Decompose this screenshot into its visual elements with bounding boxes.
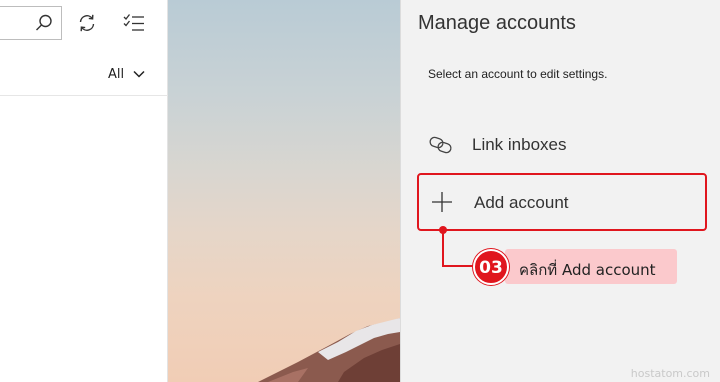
panel-subtitle: Select an account to edit settings. bbox=[428, 67, 608, 81]
filter-dropdown[interactable]: All bbox=[108, 64, 145, 84]
background-image bbox=[168, 0, 400, 382]
manage-accounts-panel: Manage accounts Select an account to edi… bbox=[400, 0, 720, 382]
select-mode-icon[interactable] bbox=[123, 13, 145, 33]
link-inboxes-button[interactable]: Link inboxes bbox=[418, 128, 708, 162]
divider bbox=[0, 95, 168, 96]
chevron-down-icon bbox=[133, 70, 145, 78]
mail-list-pane: All bbox=[0, 0, 168, 382]
sync-icon[interactable] bbox=[77, 13, 97, 33]
callout-text: คลิกที่ Add account bbox=[519, 261, 656, 279]
mountain-photo bbox=[258, 318, 400, 382]
search-icon[interactable] bbox=[35, 14, 53, 32]
search-input[interactable] bbox=[0, 6, 62, 40]
panel-title: Manage accounts bbox=[418, 12, 576, 34]
link-icon bbox=[429, 136, 452, 154]
step-number: 03 bbox=[479, 258, 503, 278]
filter-label: All bbox=[108, 66, 125, 82]
step-badge: 03 bbox=[473, 249, 509, 285]
add-account-label: Add account bbox=[474, 193, 569, 212]
plus-icon bbox=[432, 192, 452, 212]
watermark: hostatom.com bbox=[630, 367, 710, 380]
add-account-button[interactable]: Add account bbox=[417, 173, 707, 231]
link-inboxes-label: Link inboxes bbox=[472, 135, 567, 154]
callout-label: คลิกที่ Add account bbox=[505, 249, 677, 284]
